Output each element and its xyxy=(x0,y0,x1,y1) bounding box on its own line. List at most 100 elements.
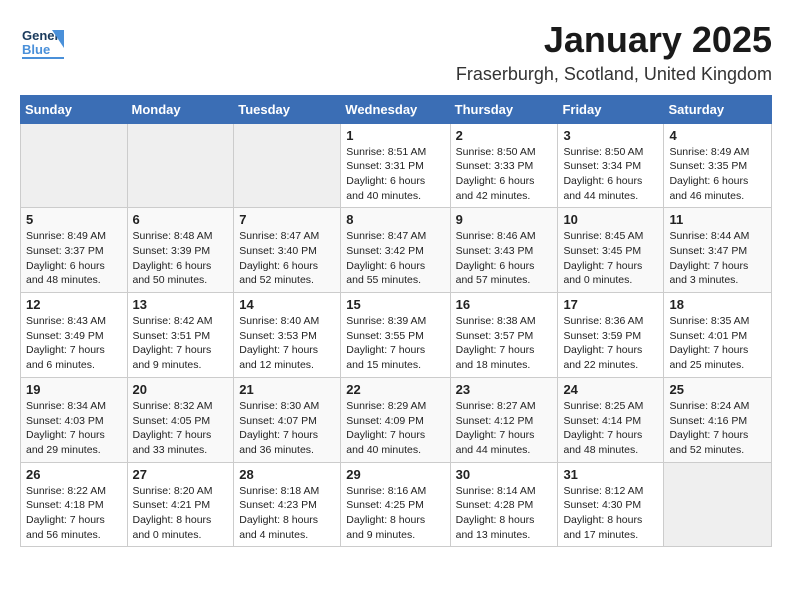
day-number: 6 xyxy=(133,212,229,227)
calendar-week-2: 5Sunrise: 8:49 AMSunset: 3:37 PMDaylight… xyxy=(21,208,772,293)
calendar-week-4: 19 Sunrise: 8:34 AMSunset: 4:03 PMDayligh… xyxy=(21,377,772,462)
day-info: Sunrise: 8:49 AMSunset: 3:37 PMDaylight:… xyxy=(26,229,122,288)
calendar-cell: 29 Sunrise: 8:16 AMSunset: 4:25 PMDayligh… xyxy=(341,462,450,547)
day-info: Sunrise: 8:20 AMSunset: 4:21 PMDaylight:… xyxy=(133,484,229,543)
calendar-cell: 26 Sunrise: 8:22 AMSunset: 4:18 PMDayligh… xyxy=(21,462,128,547)
calendar-cell: 21Sunrise: 8:30 AMSunset: 4:07 PMDayligh… xyxy=(234,377,341,462)
month-title: January 2025 xyxy=(456,20,772,60)
day-number: 18 xyxy=(669,297,766,312)
title-section: January 2025 Fraserburgh, Scotland, Unit… xyxy=(456,20,772,85)
calendar-table: SundayMondayTuesdayWednesdayThursdayFrid… xyxy=(20,95,772,548)
day-info: Sunrise: 8:47 AMSunset: 3:40 PMDaylight:… xyxy=(239,229,335,288)
day-number: 1 xyxy=(346,128,444,143)
day-info: Sunrise: 8:45 AMSunset: 3:45 PMDaylight:… xyxy=(563,229,658,288)
calendar-cell xyxy=(664,462,772,547)
day-info: Sunrise: 8:49 AMSunset: 3:35 PMDaylight:… xyxy=(669,145,766,204)
day-info: Sunrise: 8:47 AMSunset: 3:42 PMDaylight:… xyxy=(346,229,444,288)
day-info: Sunrise: 8:12 AMSunset: 4:30 PMDaylight:… xyxy=(563,484,658,543)
calendar-week-3: 12 Sunrise: 8:43 AMSunset: 3:49 PMDayligh… xyxy=(21,293,772,378)
day-info: Sunrise: 8:48 AMSunset: 3:39 PMDaylight:… xyxy=(133,229,229,288)
weekday-header-thursday: Thursday xyxy=(450,95,558,123)
calendar-cell: 14Sunrise: 8:40 AMSunset: 3:53 PMDayligh… xyxy=(234,293,341,378)
day-info: Sunrise: 8:30 AMSunset: 4:07 PMDaylight:… xyxy=(239,399,335,458)
day-number: 25 xyxy=(669,382,766,397)
day-number: 12 xyxy=(26,297,122,312)
day-info: Sunrise: 8:18 AMSunset: 4:23 PMDaylight:… xyxy=(239,484,335,543)
day-info: Sunrise: 8:29 AMSunset: 4:09 PMDaylight:… xyxy=(346,399,444,458)
calendar-cell: 7 Sunrise: 8:47 AMSunset: 3:40 PMDaylight… xyxy=(234,208,341,293)
calendar-cell: 30 Sunrise: 8:14 AMSunset: 4:28 PMDayligh… xyxy=(450,462,558,547)
day-info: Sunrise: 8:42 AMSunset: 3:51 PMDaylight:… xyxy=(133,314,229,373)
calendar-cell xyxy=(21,123,128,208)
day-info: Sunrise: 8:40 AMSunset: 3:53 PMDaylight:… xyxy=(239,314,335,373)
calendar-cell: 31 Sunrise: 8:12 AMSunset: 4:30 PMDayligh… xyxy=(558,462,664,547)
weekday-header-wednesday: Wednesday xyxy=(341,95,450,123)
day-number: 30 xyxy=(456,467,553,482)
calendar-cell: 8Sunrise: 8:47 AMSunset: 3:42 PMDaylight… xyxy=(341,208,450,293)
location-title: Fraserburgh, Scotland, United Kingdom xyxy=(456,64,772,85)
calendar-cell: 24Sunrise: 8:25 AMSunset: 4:14 PMDayligh… xyxy=(558,377,664,462)
weekday-header-tuesday: Tuesday xyxy=(234,95,341,123)
day-number: 15 xyxy=(346,297,444,312)
day-info: Sunrise: 8:35 AMSunset: 4:01 PMDaylight:… xyxy=(669,314,766,373)
page-header: General Blue January 2025 Fraserburgh, S… xyxy=(20,20,772,85)
day-number: 26 xyxy=(26,467,122,482)
day-info: Sunrise: 8:14 AMSunset: 4:28 PMDaylight:… xyxy=(456,484,553,543)
day-info: Sunrise: 8:22 AMSunset: 4:18 PMDaylight:… xyxy=(26,484,122,543)
day-info: Sunrise: 8:43 AMSunset: 3:49 PMDaylight:… xyxy=(26,314,122,373)
day-number: 3 xyxy=(563,128,658,143)
calendar-cell: 1 Sunrise: 8:51 AMSunset: 3:31 PMDaylight… xyxy=(341,123,450,208)
day-info: Sunrise: 8:27 AMSunset: 4:12 PMDaylight:… xyxy=(456,399,553,458)
day-number: 16 xyxy=(456,297,553,312)
day-number: 29 xyxy=(346,467,444,482)
day-info: Sunrise: 8:32 AMSunset: 4:05 PMDaylight:… xyxy=(133,399,229,458)
day-number: 9 xyxy=(456,212,553,227)
calendar-cell: 2Sunrise: 8:50 AMSunset: 3:33 PMDaylight… xyxy=(450,123,558,208)
calendar-cell: 28Sunrise: 8:18 AMSunset: 4:23 PMDayligh… xyxy=(234,462,341,547)
weekday-header-friday: Friday xyxy=(558,95,664,123)
day-number: 13 xyxy=(133,297,229,312)
day-number: 4 xyxy=(669,128,766,143)
day-number: 7 xyxy=(239,212,335,227)
calendar-week-1: 1 Sunrise: 8:51 AMSunset: 3:31 PMDaylight… xyxy=(21,123,772,208)
calendar-cell: 18 Sunrise: 8:35 AMSunset: 4:01 PMDayligh… xyxy=(664,293,772,378)
calendar-cell: 25 Sunrise: 8:24 AMSunset: 4:16 PMDayligh… xyxy=(664,377,772,462)
svg-text:Blue: Blue xyxy=(22,42,50,57)
weekday-header-saturday: Saturday xyxy=(664,95,772,123)
calendar-cell: 9 Sunrise: 8:46 AMSunset: 3:43 PMDaylight… xyxy=(450,208,558,293)
day-info: Sunrise: 8:24 AMSunset: 4:16 PMDaylight:… xyxy=(669,399,766,458)
calendar-cell: 12 Sunrise: 8:43 AMSunset: 3:49 PMDayligh… xyxy=(21,293,128,378)
weekday-header-sunday: Sunday xyxy=(21,95,128,123)
calendar-cell: 5Sunrise: 8:49 AMSunset: 3:37 PMDaylight… xyxy=(21,208,128,293)
calendar-cell: 19 Sunrise: 8:34 AMSunset: 4:03 PMDayligh… xyxy=(21,377,128,462)
day-number: 20 xyxy=(133,382,229,397)
calendar-cell: 27 Sunrise: 8:20 AMSunset: 4:21 PMDayligh… xyxy=(127,462,234,547)
day-number: 31 xyxy=(563,467,658,482)
day-info: Sunrise: 8:39 AMSunset: 3:55 PMDaylight:… xyxy=(346,314,444,373)
calendar-cell: 6 Sunrise: 8:48 AMSunset: 3:39 PMDaylight… xyxy=(127,208,234,293)
day-info: Sunrise: 8:44 AMSunset: 3:47 PMDaylight:… xyxy=(669,229,766,288)
day-info: Sunrise: 8:46 AMSunset: 3:43 PMDaylight:… xyxy=(456,229,553,288)
day-info: Sunrise: 8:36 AMSunset: 3:59 PMDaylight:… xyxy=(563,314,658,373)
day-number: 17 xyxy=(563,297,658,312)
calendar-cell: 22 Sunrise: 8:29 AMSunset: 4:09 PMDayligh… xyxy=(341,377,450,462)
day-number: 27 xyxy=(133,467,229,482)
calendar-cell: 17 Sunrise: 8:36 AMSunset: 3:59 PMDayligh… xyxy=(558,293,664,378)
calendar-cell: 3Sunrise: 8:50 AMSunset: 3:34 PMDaylight… xyxy=(558,123,664,208)
calendar-cell: 20 Sunrise: 8:32 AMSunset: 4:05 PMDayligh… xyxy=(127,377,234,462)
calendar-cell: 15 Sunrise: 8:39 AMSunset: 3:55 PMDayligh… xyxy=(341,293,450,378)
day-info: Sunrise: 8:25 AMSunset: 4:14 PMDaylight:… xyxy=(563,399,658,458)
calendar-cell: 4 Sunrise: 8:49 AMSunset: 3:35 PMDaylight… xyxy=(664,123,772,208)
day-number: 2 xyxy=(456,128,553,143)
calendar-cell: 11 Sunrise: 8:44 AMSunset: 3:47 PMDayligh… xyxy=(664,208,772,293)
calendar-cell: 23Sunrise: 8:27 AMSunset: 4:12 PMDayligh… xyxy=(450,377,558,462)
day-info: Sunrise: 8:34 AMSunset: 4:03 PMDaylight:… xyxy=(26,399,122,458)
calendar-cell: 13 Sunrise: 8:42 AMSunset: 3:51 PMDayligh… xyxy=(127,293,234,378)
day-info: Sunrise: 8:51 AMSunset: 3:31 PMDaylight:… xyxy=(346,145,444,204)
day-number: 19 xyxy=(26,382,122,397)
calendar-week-5: 26 Sunrise: 8:22 AMSunset: 4:18 PMDayligh… xyxy=(21,462,772,547)
day-number: 11 xyxy=(669,212,766,227)
day-number: 22 xyxy=(346,382,444,397)
day-info: Sunrise: 8:38 AMSunset: 3:57 PMDaylight:… xyxy=(456,314,553,373)
day-info: Sunrise: 8:16 AMSunset: 4:25 PMDaylight:… xyxy=(346,484,444,543)
